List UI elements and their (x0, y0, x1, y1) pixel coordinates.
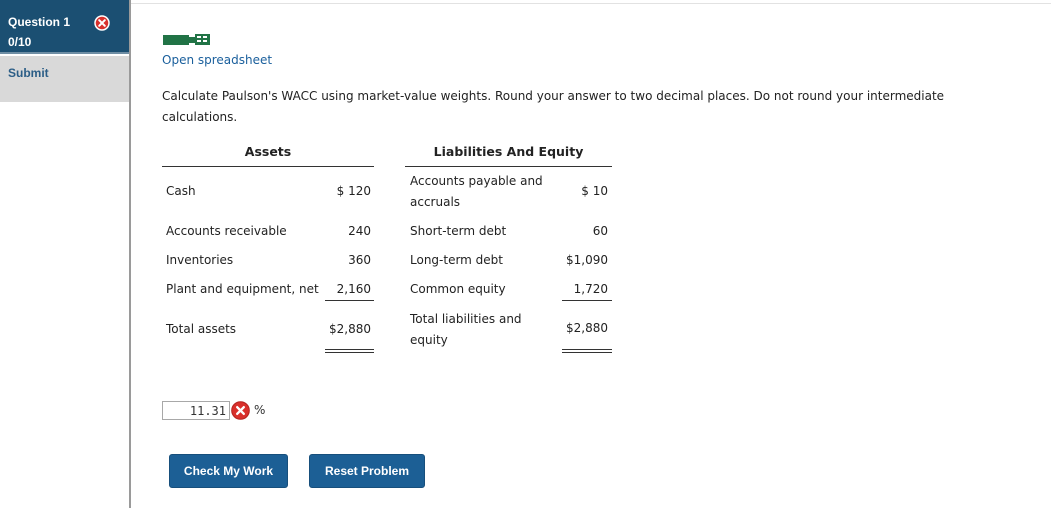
liability-label-common-equity: Common equity (410, 282, 506, 296)
top-divider (131, 3, 1051, 4)
assets-header-rule (162, 166, 374, 167)
asset-value-receivables: 240 (348, 224, 371, 238)
liabilities-header: Liabilities And Equity (433, 144, 584, 159)
reset-problem-button[interactable]: Reset Problem (309, 454, 425, 488)
percent-unit-label: % (254, 403, 266, 417)
submit-button[interactable]: Submit (0, 56, 129, 102)
liabilities-subtotal-rule (562, 300, 612, 301)
question-sidebar: Question 1 0/10 Submit (0, 0, 131, 508)
open-spreadsheet-link[interactable]: Open spreadsheet (162, 53, 272, 67)
total-liabilities-label-line1: Total liabilities and (410, 312, 522, 326)
incorrect-x-icon (94, 15, 110, 31)
total-assets-label: Total assets (166, 322, 237, 336)
total-liabilities-label-line2: equity (410, 333, 448, 347)
wacc-answer-input[interactable] (162, 401, 230, 420)
liabilities-total-double-rule (562, 349, 612, 353)
incorrect-answer-icon (231, 401, 250, 420)
asset-label-inventories: Inventories (166, 253, 234, 267)
spreadsheet-icon[interactable] (163, 32, 211, 46)
question-title: Question 1 (8, 15, 71, 29)
check-my-work-button[interactable]: Check My Work (169, 454, 288, 488)
liability-value-payables: $ 10 (581, 184, 608, 198)
liability-value-short-term-debt: 60 (592, 224, 608, 238)
question-instructions: Calculate Paulson's WACC using market-va… (162, 89, 945, 124)
asset-value-inventories: 360 (348, 253, 371, 267)
liability-label-long-term-debt: Long-term debt (410, 253, 504, 267)
assets-total-double-rule (325, 349, 374, 353)
question-header[interactable]: Question 1 0/10 (0, 0, 129, 54)
asset-value-plant: 2,160 (336, 282, 371, 296)
liability-label-short-term-debt: Short-term debt (410, 224, 507, 238)
question-score: 0/10 (8, 35, 32, 49)
total-assets-value: $2,880 (329, 322, 371, 336)
liability-label-payables-line1: Accounts payable and (410, 174, 543, 188)
asset-value-cash: $ 120 (336, 184, 371, 198)
liability-value-long-term-debt: $1,090 (566, 253, 608, 267)
liabilities-header-rule (405, 166, 612, 167)
liability-value-common-equity: 1,720 (573, 282, 608, 296)
liability-label-payables-line2: accruals (410, 195, 461, 209)
asset-label-receivables: Accounts receivable (166, 224, 287, 238)
asset-label-plant: Plant and equipment, net (166, 282, 319, 296)
submit-label: Submit (8, 66, 49, 80)
total-liabilities-value: $2,880 (566, 321, 608, 335)
asset-label-cash: Cash (166, 184, 196, 198)
assets-subtotal-rule (325, 300, 374, 301)
assets-header: Assets (244, 144, 292, 159)
